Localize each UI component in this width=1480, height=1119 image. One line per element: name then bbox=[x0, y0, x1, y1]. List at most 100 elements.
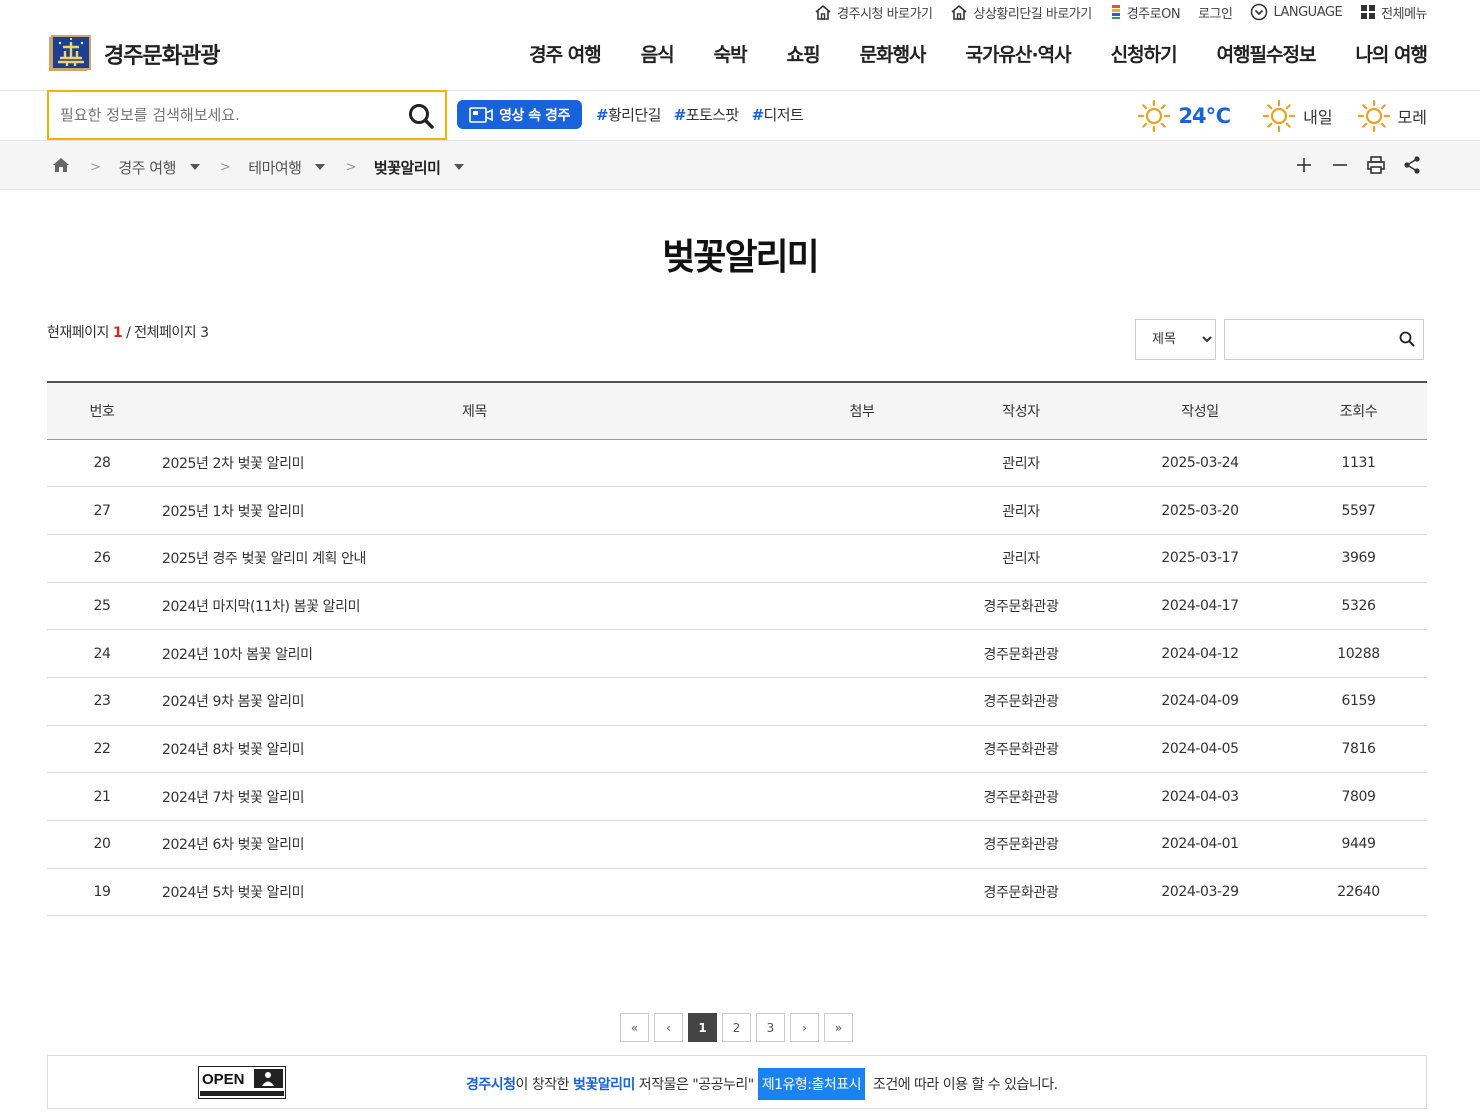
row-views: 6159 bbox=[1341, 693, 1376, 710]
col-views: 조회수 bbox=[1339, 403, 1378, 420]
gyeongjuro-on-link[interactable]: 경주로ON bbox=[1110, 3, 1181, 22]
chevron-right-icon: > bbox=[90, 159, 101, 175]
breadcrumb-theme[interactable]: 테마여행 bbox=[248, 157, 326, 178]
logo-text: 경주문화관광 bbox=[104, 44, 220, 69]
breadcrumb-current[interactable]: 벚꽃알리미 bbox=[374, 157, 465, 178]
row-views: 9449 bbox=[1341, 836, 1376, 853]
nav-lodging[interactable]: 숙박 bbox=[674, 40, 748, 67]
search-icon[interactable] bbox=[1399, 331, 1415, 347]
row-title-link[interactable]: 2024년 6차 벚꽃 알리미 bbox=[157, 821, 792, 869]
row-title-link[interactable]: 2024년 9차 봄꽃 알리미 bbox=[157, 677, 792, 725]
table-row: 27 2025년 1차 벚꽃 알리미 관리자 2025-03-20 5597 bbox=[47, 487, 1427, 535]
row-title-link[interactable]: 2024년 10차 봄꽃 알리미 bbox=[157, 630, 792, 678]
zoom-in-button[interactable] bbox=[1294, 155, 1314, 175]
hashtag-list: #황리단길 #포토스팟 #디저트 bbox=[596, 104, 804, 125]
weather-today: 24℃ bbox=[1137, 99, 1231, 133]
site-logo[interactable]: 경주문화관광 bbox=[48, 35, 220, 73]
last-page-button[interactable]: » bbox=[824, 1013, 853, 1042]
city-hall-label: 경주시청 바로가기 bbox=[837, 6, 933, 22]
weather-day-after: 모레 bbox=[1357, 99, 1427, 133]
first-page-button[interactable]: « bbox=[620, 1013, 649, 1042]
table-row: 23 2024년 9차 봄꽃 알리미 경주문화관광 2024-04-09 6159 bbox=[47, 677, 1427, 726]
chevron-circle-icon bbox=[1251, 3, 1268, 21]
print-button[interactable] bbox=[1366, 155, 1386, 175]
nav-my-travel[interactable]: 나의 여행 bbox=[1315, 40, 1428, 67]
row-date: 2024-04-03 bbox=[1161, 788, 1239, 805]
page-button-1[interactable]: 1 bbox=[688, 1013, 717, 1042]
row-title-link[interactable]: 2024년 5차 벚꽃 알리미 bbox=[157, 868, 792, 916]
utility-bar: 경주시청 바로가기 상상황리단길 바로가기 경주로ON 로그인 LANGUAGE… bbox=[814, 0, 1427, 24]
breadcrumb-home[interactable] bbox=[52, 156, 70, 178]
language-button[interactable]: LANGUAGE bbox=[1250, 3, 1343, 21]
row-title-link[interactable]: 2025년 경주 벚꽃 알리미 계획 안내 bbox=[157, 534, 792, 582]
row-title-link[interactable]: 2025년 1차 벚꽃 알리미 bbox=[157, 487, 792, 535]
col-number: 번호 bbox=[89, 403, 115, 420]
nav-travel-info[interactable]: 여행필수정보 bbox=[1177, 40, 1317, 67]
breadcrumb-travel[interactable]: 경주 여행 bbox=[118, 157, 200, 178]
site-search bbox=[47, 90, 447, 140]
sun-icon bbox=[1138, 99, 1171, 133]
hashtag-dessert[interactable]: #디저트 bbox=[752, 104, 804, 125]
today-temperature: 24℃ bbox=[1178, 104, 1231, 128]
row-attachment bbox=[792, 534, 932, 582]
row-author: 경주문화관광 bbox=[983, 694, 1059, 711]
search-field-select[interactable]: 제목 bbox=[1135, 319, 1216, 360]
page-button-2[interactable]: 2 bbox=[722, 1013, 751, 1042]
print-icon bbox=[1367, 156, 1385, 174]
row-attachment bbox=[792, 821, 932, 869]
row-title-link[interactable]: 2024년 마지막(11차) 봄꽃 알리미 bbox=[157, 582, 792, 630]
row-title-link[interactable]: 2024년 8차 벚꽃 알리미 bbox=[157, 725, 792, 773]
table-row: 19 2024년 5차 벚꽃 알리미 경주문화관광 2024-03-29 22640 bbox=[47, 868, 1427, 916]
hashtag-hwangridan[interactable]: #황리단길 bbox=[596, 104, 661, 125]
row-number: 19 bbox=[93, 884, 111, 901]
row-author: 경주문화관광 bbox=[983, 598, 1059, 615]
row-number: 20 bbox=[93, 836, 111, 853]
row-views: 7816 bbox=[1341, 740, 1376, 757]
license-type-badge: 제1유형:출처표시 bbox=[757, 1068, 865, 1100]
home-icon bbox=[951, 4, 968, 20]
next-page-button[interactable]: › bbox=[790, 1013, 819, 1042]
nav-events[interactable]: 문화행사 bbox=[820, 40, 927, 67]
row-date: 2024-04-12 bbox=[1161, 645, 1239, 662]
sun-icon bbox=[1357, 99, 1390, 133]
svg-text:OPEN: OPEN bbox=[202, 1071, 245, 1088]
row-number: 23 bbox=[93, 693, 111, 710]
table-row: 20 2024년 6차 벚꽃 알리미 경주문화관광 2024-04-01 9449 bbox=[47, 821, 1427, 869]
table-row: 22 2024년 8차 벚꽃 알리미 경주문화관광 2024-04-05 7816 bbox=[47, 725, 1427, 773]
hashtag-photospot[interactable]: #포토스팟 bbox=[674, 104, 739, 125]
page-info: 현재페이지 1 / 전체페이지 3 bbox=[47, 325, 209, 341]
row-author: 관리자 bbox=[1002, 455, 1040, 472]
row-attachment bbox=[792, 725, 932, 773]
all-menu-button[interactable]: 전체메뉴 bbox=[1360, 3, 1427, 22]
prev-page-button[interactable]: ‹ bbox=[654, 1013, 683, 1042]
row-date: 2024-04-05 bbox=[1161, 740, 1239, 757]
col-date: 작성일 bbox=[1181, 403, 1219, 420]
row-views: 10288 bbox=[1337, 645, 1380, 662]
current-page-number: 1 bbox=[112, 325, 123, 341]
login-link[interactable]: 로그인 bbox=[1198, 3, 1233, 22]
row-title-link[interactable]: 2025년 2차 벚꽃 알리미 bbox=[157, 439, 792, 487]
breadcrumb: > 경주 여행 > 테마여행 > 벚꽃알리미 bbox=[52, 156, 465, 178]
city-hall-link[interactable]: 경주시청 바로가기 bbox=[814, 3, 933, 22]
weather-tomorrow: 내일 bbox=[1262, 99, 1333, 133]
plus-icon bbox=[1297, 158, 1311, 172]
nav-shopping[interactable]: 쇼핑 bbox=[747, 40, 821, 67]
video-gyeongju-button[interactable]: 영상 속 경주 bbox=[457, 100, 582, 129]
zoom-out-button[interactable] bbox=[1330, 155, 1350, 175]
keyword-input[interactable] bbox=[1225, 320, 1395, 359]
row-number: 27 bbox=[93, 502, 111, 519]
nav-apply[interactable]: 신청하기 bbox=[1071, 40, 1178, 67]
row-author: 경주문화관광 bbox=[983, 741, 1059, 758]
license-org: 경주시청 bbox=[466, 1077, 516, 1093]
share-button[interactable] bbox=[1402, 155, 1422, 175]
row-views: 1131 bbox=[1341, 454, 1376, 471]
nav-travel[interactable]: 경주 여행 bbox=[489, 40, 602, 67]
board-table: 번호 제목 첨부 작성자 작성일 조회수 28 2025년 2차 벚꽃 알리미 관리… bbox=[47, 381, 1427, 916]
page-button-3[interactable]: 3 bbox=[756, 1013, 785, 1042]
nav-food[interactable]: 음식 bbox=[601, 40, 675, 67]
search-icon[interactable] bbox=[407, 102, 435, 130]
nav-heritage[interactable]: 국가유산·역사 bbox=[926, 40, 1072, 67]
site-search-input[interactable] bbox=[60, 106, 400, 124]
row-title-link[interactable]: 2024년 7차 벚꽃 알리미 bbox=[157, 773, 792, 821]
hwangridan-link[interactable]: 상상황리단길 바로가기 bbox=[950, 3, 1092, 22]
